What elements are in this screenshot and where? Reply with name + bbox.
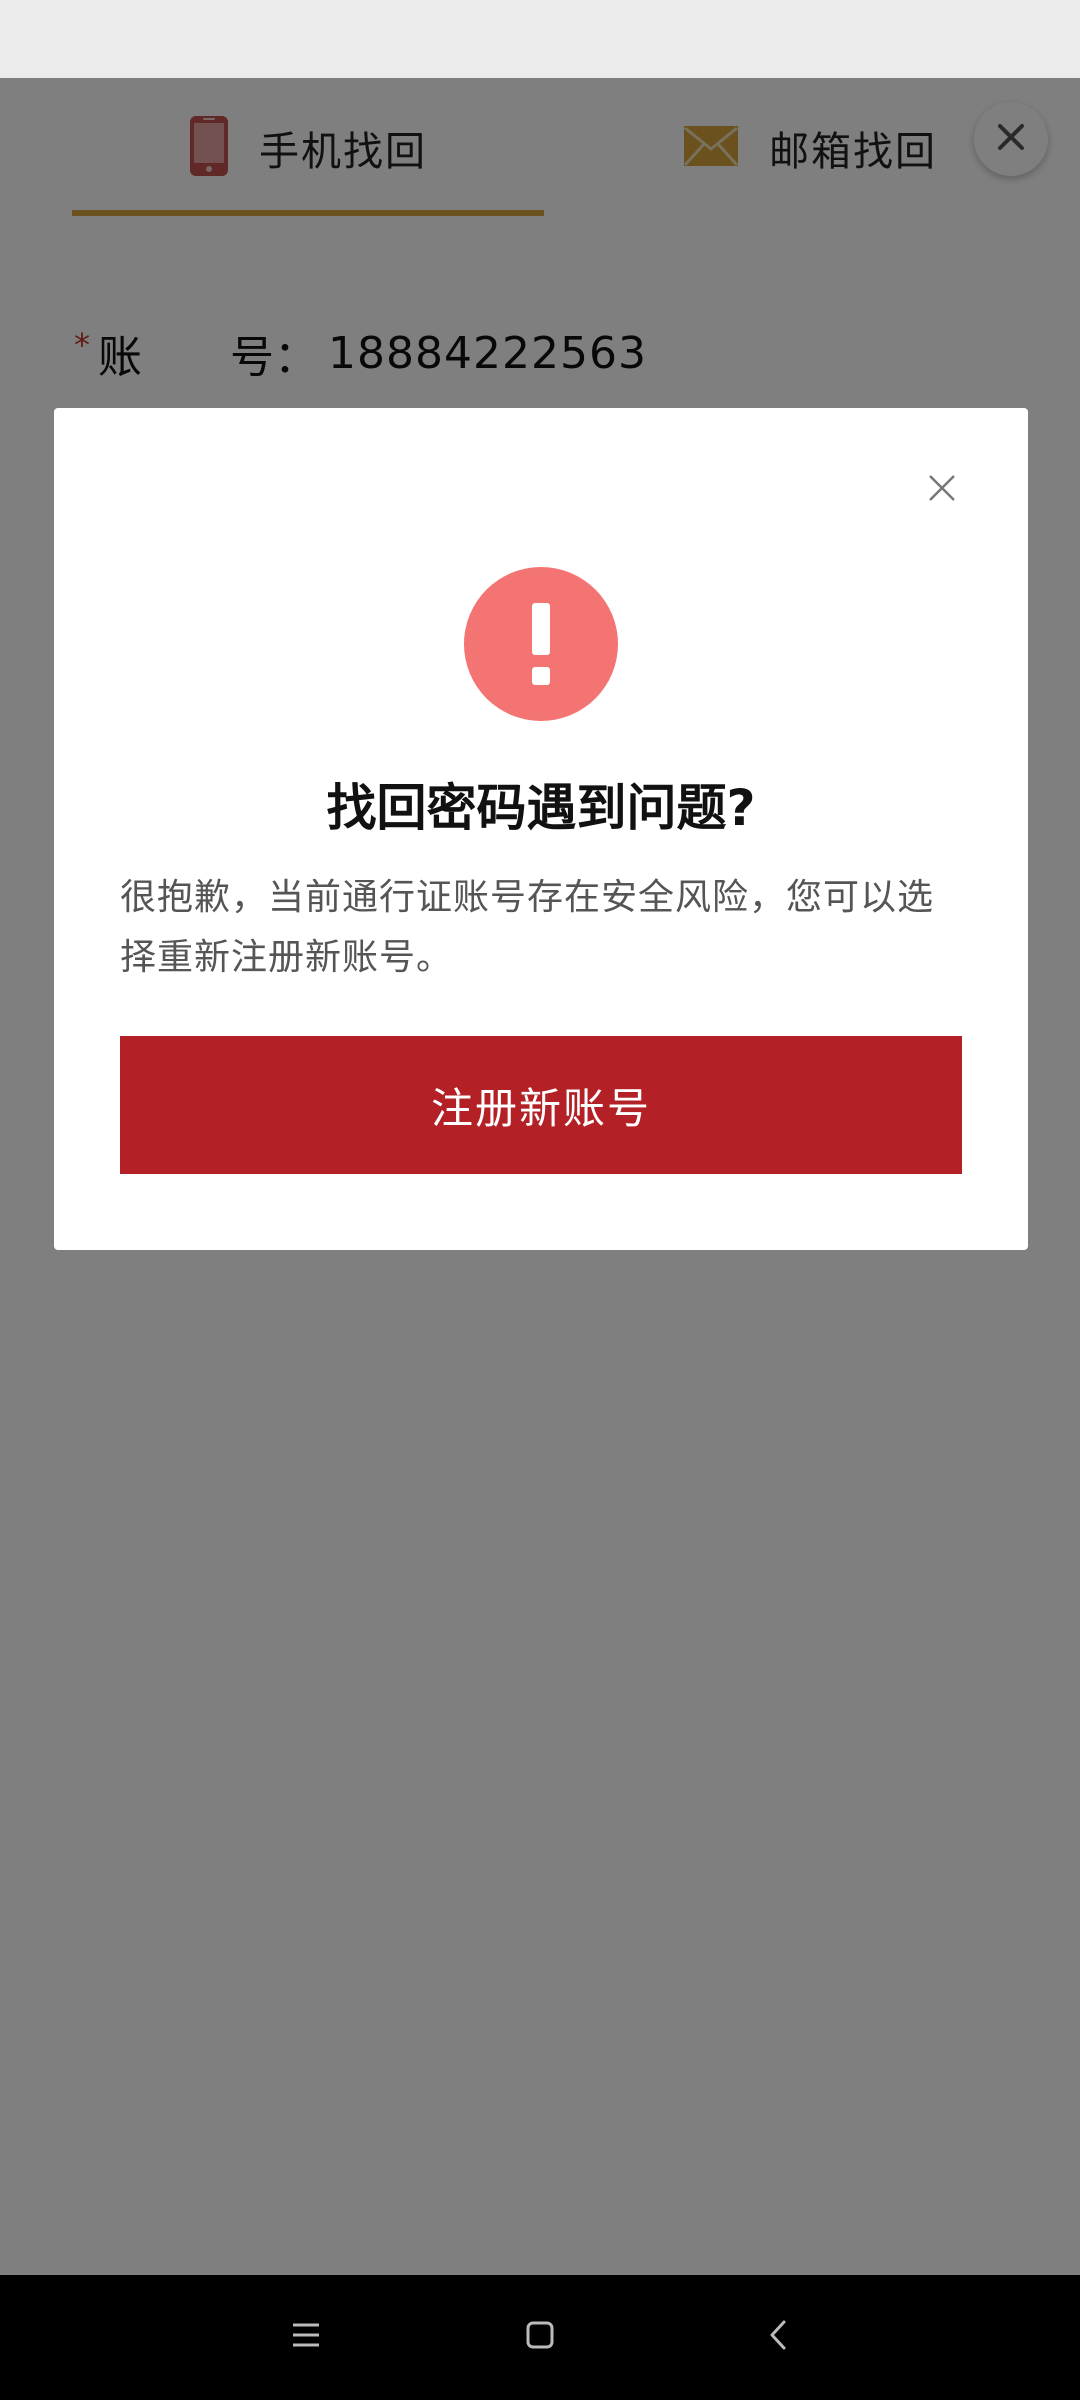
menu-icon [291,2322,321,2352]
home-icon [525,2320,555,2354]
dialog-close-button[interactable] [924,470,960,506]
dialog-message: 很抱歉，当前通行证账号存在安全风险，您可以选择重新注册新账号。 [120,877,935,978]
register-new-account-button[interactable]: 注册新账号 [120,1036,962,1174]
security-risk-dialog: 找回密码遇到问题? 很抱歉，当前通行证账号存在安全风险，您可以选择重新注册新账号… [54,408,1028,1250]
alert-icon [464,567,618,721]
back-button[interactable] [746,2305,810,2369]
recent-apps-button[interactable] [274,2305,338,2369]
home-button[interactable] [508,2305,572,2369]
status-bar [0,0,1080,78]
back-icon [768,2319,788,2355]
dialog-title: 找回密码遇到问题? [326,779,756,837]
close-icon [924,475,960,510]
system-nav-bar [0,2275,1080,2400]
